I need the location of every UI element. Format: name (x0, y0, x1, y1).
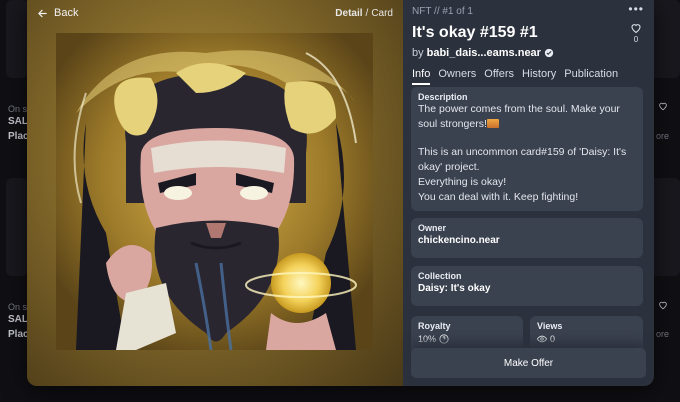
background-text: SAL (8, 314, 28, 325)
description-text: The power comes from the soul. Make your… (418, 102, 636, 132)
collection-heading: Collection (418, 271, 462, 281)
creator-byline: by babi_dais...eams.near (412, 47, 554, 59)
breadcrumb-detail: Detail (335, 7, 363, 19)
info-panel: NFT // #1 of 1 ••• It's okay #159 #1 0 b… (403, 0, 654, 386)
owner-link[interactable]: chickencino.near (418, 235, 636, 246)
more-options-button[interactable]: ••• (628, 2, 644, 16)
description-card: Description The power comes from the sou… (411, 87, 643, 211)
background-card (650, 0, 680, 78)
description-line: This is an uncommon card#159 of 'Daisy: … (418, 146, 627, 173)
nft-artwork-illustration (56, 33, 373, 350)
heart-icon (659, 301, 667, 310)
like-count: 0 (633, 35, 639, 44)
description-heading: Description (418, 92, 468, 102)
heart-icon (631, 24, 641, 34)
nft-title: It's okay #159 #1 (412, 24, 538, 41)
breadcrumb: Detail / Card (335, 8, 393, 19)
media-panel: Back Detail / Card (27, 0, 403, 386)
royalty-value: 10% (418, 334, 437, 344)
make-offer-button[interactable]: Make Offer (411, 348, 646, 378)
nft-detail-modal: Back Detail / Card NFT // #1 of 1 ••• It… (27, 0, 654, 386)
tab-publication[interactable]: Publication (564, 68, 618, 85)
royalty-heading: Royalty (418, 321, 451, 331)
breadcrumb-separator: / (365, 7, 369, 19)
tab-owners[interactable]: Owners (438, 68, 476, 85)
royalty-value-row: 10% (418, 334, 516, 344)
help-icon[interactable] (439, 334, 449, 344)
background-text: Plac (8, 329, 29, 340)
description-line: Everything is okay! (418, 176, 507, 188)
background-text: Plac (8, 131, 29, 142)
background-text: SAL (8, 116, 28, 127)
views-heading: Views (537, 321, 563, 331)
nft-edition-meta: NFT // #1 of 1 (412, 6, 473, 17)
nft-artwork-image[interactable] (56, 33, 373, 350)
verified-badge-icon (544, 48, 554, 58)
creator-link[interactable]: babi_dais...eams.near (427, 47, 541, 59)
breadcrumb-card[interactable]: Card (371, 8, 393, 19)
background-text: ore (656, 131, 670, 141)
description-line: You can deal with it. Keep fighting! (418, 191, 579, 203)
owner-card: Owner chickencino.near (411, 218, 643, 258)
detail-tabs: Info Owners Offers History Publication (412, 68, 618, 85)
back-label: Back (54, 7, 79, 19)
byline-prefix: by (412, 47, 424, 59)
collection-card: Collection Daisy: It's okay (411, 266, 643, 306)
tab-info[interactable]: Info (412, 68, 431, 85)
background-card (6, 178, 28, 276)
background-card (6, 0, 28, 78)
background-card (650, 178, 680, 276)
description-line: The power comes from the soul. Make your… (418, 103, 620, 130)
views-value: 0 (550, 334, 556, 344)
tab-history[interactable]: History (522, 68, 556, 85)
views-value-row: 0 (537, 334, 636, 344)
back-button[interactable]: Back (37, 7, 78, 19)
background-text: On s (8, 104, 28, 114)
background-text: On s (8, 302, 28, 312)
sunset-emoji-icon (486, 119, 499, 128)
background-text: ore (656, 329, 670, 339)
tab-offers[interactable]: Offers (484, 68, 514, 85)
like-button[interactable]: 0 (630, 22, 642, 44)
media-topbar: Back Detail / Card (27, 0, 403, 26)
eye-icon (537, 335, 547, 343)
arrow-left-icon (38, 9, 47, 17)
heart-icon (659, 102, 667, 111)
collection-link[interactable]: Daisy: It's okay (418, 283, 636, 294)
owner-heading: Owner (418, 223, 447, 233)
